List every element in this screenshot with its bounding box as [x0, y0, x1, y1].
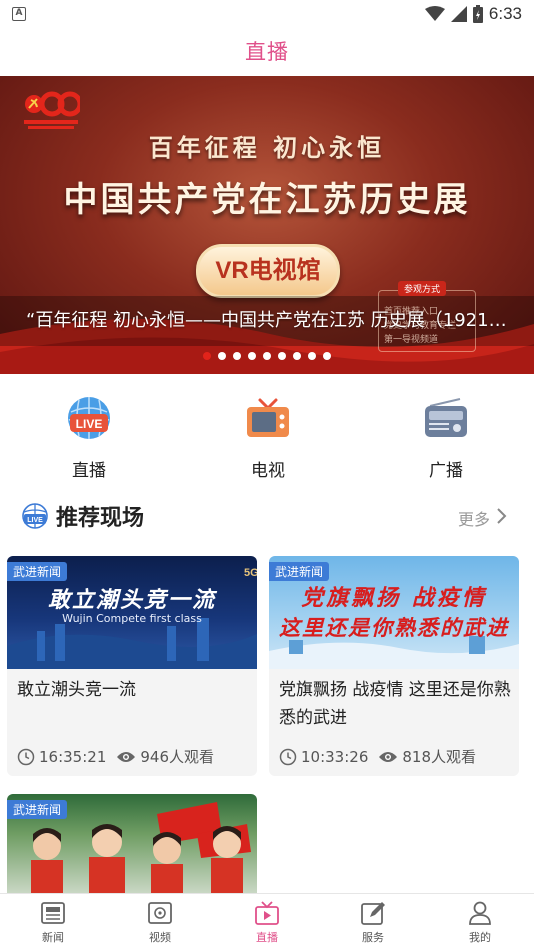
nav-label: 视频	[149, 931, 171, 944]
card-source-tag: 武进新闻	[7, 562, 68, 581]
banner-headline-1: 百年征程 初心永恒	[148, 133, 386, 162]
card-title: 党旗飘扬 战疫情 这里还是你熟悉的武进	[279, 680, 511, 728]
vr-tv-badge: VR电视馆	[196, 244, 340, 298]
page-title: 直播	[245, 40, 289, 64]
recommended-section-header: LIVE 推荐现场 更多	[0, 497, 534, 537]
nav-label: 直播	[256, 931, 278, 944]
carousel-dot[interactable]	[203, 352, 211, 360]
tv-icon	[247, 398, 289, 437]
status-bar: A 6:33	[0, 0, 534, 28]
news-icon	[41, 902, 65, 924]
category-tv[interactable]: 电视	[218, 394, 318, 481]
carousel-dot[interactable]	[278, 352, 286, 360]
carousel-dot[interactable]	[233, 352, 241, 360]
nav-service[interactable]: 服务	[338, 900, 408, 948]
clock-icon	[17, 748, 35, 765]
card-meta: 16:35:21 946人观看	[17, 746, 214, 767]
live-icon: LIVE	[68, 397, 110, 439]
svg-text:5G: 5G	[244, 567, 257, 579]
category-live[interactable]: LIVE 直播	[39, 394, 139, 481]
live-tv-icon	[255, 901, 279, 925]
nav-live[interactable]: 直播	[232, 900, 302, 948]
card-source-tag: 武进新闻	[7, 800, 68, 819]
eye-icon	[117, 751, 136, 762]
thumbnail-title: 敢立潮头竞一流	[47, 587, 216, 613]
section-title: 推荐现场	[56, 506, 145, 531]
carousel-dot[interactable]	[248, 352, 256, 360]
nav-profile[interactable]: 我的	[445, 900, 515, 948]
carousel-dot[interactable]	[323, 352, 331, 360]
svg-text:LIVE: LIVE	[76, 417, 103, 431]
app-header: 直播	[0, 28, 534, 76]
video-icon	[148, 902, 172, 924]
profile-icon	[469, 901, 491, 925]
status-icons: 6:33	[424, 3, 522, 25]
carousel-dot[interactable]	[218, 352, 226, 360]
service-icon	[361, 902, 385, 925]
live-card[interactable]: 武进新闻	[7, 794, 257, 893]
thumbnail-subtitle: 这里还是你熟悉的武进	[279, 615, 509, 640]
more-link[interactable]: 更多	[458, 506, 490, 530]
clock-icon	[279, 748, 297, 765]
bottom-nav: 新闻 视频 直播 服务 我的	[0, 893, 534, 950]
thumbnail-title: 党旗飘扬 战疫情	[301, 585, 487, 611]
live-card[interactable]: 党旗飘扬 战疫情 这里还是你熟悉的武进 武进新闻 党旗飘扬 战疫情 这里还是你熟…	[269, 556, 519, 776]
chevron-right-icon[interactable]	[496, 507, 508, 525]
card-time: 16:35:21	[39, 747, 107, 766]
nav-label: 服务	[362, 931, 384, 944]
banner-caption[interactable]: “百年征程 初心永恒——中国共产党在江苏 历史展（1921…	[26, 306, 520, 332]
card-source-tag: 武进新闻	[269, 562, 330, 581]
nav-label: 新闻	[42, 931, 64, 944]
eye-icon	[379, 751, 398, 762]
visit-line: 第一导视频道	[384, 335, 439, 345]
category-label: 广播	[429, 461, 463, 481]
carousel-dot[interactable]	[263, 352, 271, 360]
category-label: 直播	[72, 461, 106, 481]
banner-headline-2: 中国共产党在江苏历史展	[63, 180, 471, 220]
category-label: 电视	[251, 461, 285, 481]
carousel-dot[interactable]	[293, 352, 301, 360]
battery-icon	[472, 5, 483, 23]
card-title: 敢立潮头竞一流	[17, 680, 136, 700]
category-row: LIVE 直播 电视 广播	[0, 394, 534, 484]
banner-carousel[interactable]: 百年征程 初心永恒 中国共产党在江苏历史展 VR电视馆 参观方式 首页推荐入口 …	[0, 76, 534, 374]
nav-video[interactable]: 视频	[125, 900, 195, 948]
category-radio[interactable]: 广播	[396, 394, 496, 481]
card-views: 818人观看	[402, 748, 477, 766]
carousel-dots	[0, 352, 534, 360]
thumbnail-subtitle: Wujin Compete first class	[62, 612, 202, 625]
visit-method-tag: 参观方式	[398, 281, 447, 296]
card-time: 10:33:26	[301, 747, 369, 766]
nav-label: 我的	[469, 931, 491, 944]
card-views: 946人观看	[140, 748, 215, 766]
party-100-logo-icon	[24, 91, 80, 129]
nav-news[interactable]: 新闻	[18, 900, 88, 948]
wifi-icon	[424, 6, 445, 21]
carousel-dot[interactable]	[308, 352, 316, 360]
signal-icon	[450, 6, 467, 22]
live-globe-icon: LIVE	[22, 503, 48, 529]
status-time: 6:33	[488, 4, 522, 23]
live-card[interactable]: 5G 敢立潮头竞一流 Wujin Compete first class 武进新…	[7, 556, 257, 776]
notification-a-icon: A	[12, 7, 26, 21]
radio-icon	[425, 398, 467, 437]
svg-text:LIVE: LIVE	[27, 517, 43, 524]
card-meta: 10:33:26 818人观看	[279, 746, 476, 767]
